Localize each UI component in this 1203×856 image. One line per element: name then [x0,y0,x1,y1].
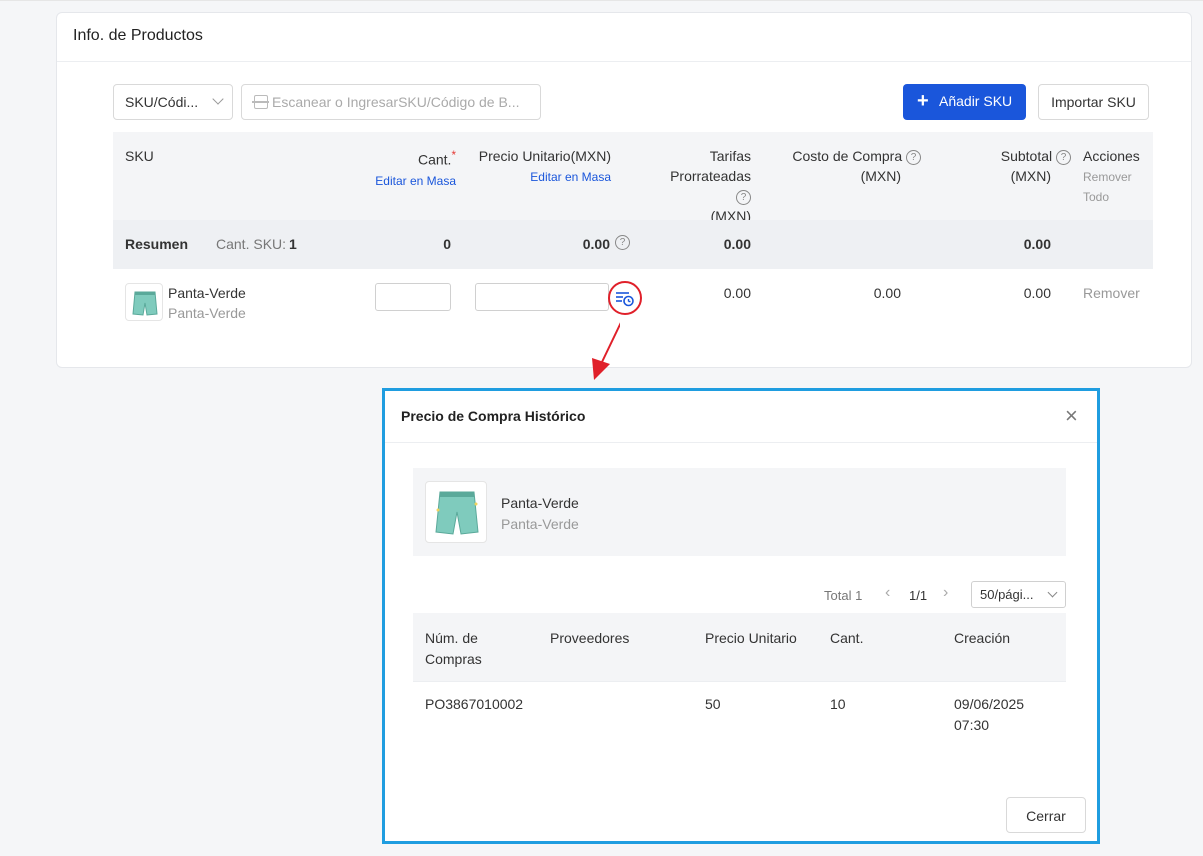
toolbar: SKU/Códi... Escanear o IngresarSKU/Códig… [113,84,1153,120]
page-size-value: 50/pági... [980,587,1034,602]
header-fees-line2: Prorrateadas [670,168,751,184]
header-qty: Cant.* Editar en Masa [353,146,456,191]
row-fees: 0.00 [723,285,751,301]
pager-total: Total 1 [824,588,863,603]
table-header: SKU Cant.* Editar en Masa Precio Unitari… [113,132,1153,224]
remove-all-link-line1[interactable]: Remover [1083,170,1132,184]
remove-all-link-line2[interactable]: Todo [1083,190,1109,204]
chevron-down-icon [212,93,224,105]
modal-divider [385,442,1097,443]
pager-pages: 1/1 [909,588,928,603]
product-name: Panta-Verde [168,285,246,301]
products-card: Info. de Productos SKU/Códi... Escanear … [56,12,1192,368]
modal-table-header: Núm. de Compras Proveedores Precio Unitar… [413,613,1066,681]
help-icon[interactable]: ? [906,150,921,165]
unit-price-input[interactable] [475,283,609,311]
created-date: 09/06/2025 07:30 [954,694,1024,736]
header-po-line1: Núm. de [425,630,478,646]
header-po-line2: Compras [425,651,482,667]
product-code: Panta-Verde [168,305,246,321]
header-subtotal: Subtotal ? (MXN) [983,146,1071,186]
summary-fees: 0.00 [723,236,751,252]
header-qty: Cant. [830,630,864,646]
header-qty-label: Cant. [417,151,452,168]
header-supplier: Proveedores [550,630,630,646]
help-icon[interactable]: ? [615,235,630,250]
add-sku-label: Añadir SKU [939,93,1013,109]
header-created: Creación [954,630,1011,646]
page-size-select[interactable]: 50/pági... [971,581,1066,608]
add-sku-button[interactable]: + Añadir SKU [903,84,1026,120]
help-icon[interactable]: ? [1056,150,1071,165]
header-subtotal-line2: (MXN) [1010,168,1051,184]
summary-row: Resumen Cant. SKU: 1 0 0.00 ? 0.00 0.00 [113,220,1153,269]
header-unit-price: Precio Unitario [705,630,797,646]
search-type-select[interactable]: SKU/Códi... [113,84,233,120]
unit-price: 50 [705,696,721,712]
prev-page-icon[interactable]: ‹ [885,584,890,612]
modal-product-thumbnail [425,481,487,543]
qty-bulk-edit-link[interactable]: Editar en Masa [375,174,456,188]
header-unit-price: Precio Unitario(MXN) Editar en Masa [473,146,611,187]
section-title: Info. de Productos [57,13,1191,62]
header-fees-line1: Tarifas [709,148,751,164]
annotation-arrow-icon [592,322,620,380]
table-row: Panta-Verde Panta-Verde 0.00 0.00 0.00 R… [113,269,1153,329]
qty: 10 [830,696,846,712]
product-thumbnail [125,283,163,321]
header-cost: Costo de Compra ? (MXN) [783,146,921,186]
next-page-icon[interactable]: › [943,584,948,612]
po-number: PO3867010002 [425,696,524,712]
summary-sku-count-label: Cant. SKU: [216,236,287,252]
summary-qty: 0 [443,236,451,252]
modal-product-code: Panta-Verde [501,516,579,532]
header-actions: Acciones Remover Todo [1083,146,1140,206]
unit-price-bulk-edit-link[interactable]: Editar en Masa [530,170,611,184]
plus-icon: + [917,90,929,112]
header-sku: SKU [125,148,154,164]
header-actions-label: Acciones [1083,148,1140,164]
price-history-button[interactable] [608,281,642,315]
row-subtotal: 0.00 [1023,285,1051,301]
scan-placeholder: Escanear o IngresarSKU/Código de B... [272,94,520,110]
search-type-value: SKU/Códi... [125,94,199,110]
summary-subtotal: 0.00 [1023,236,1051,252]
required-mark: * [451,149,456,162]
remove-link[interactable]: Remover [1083,285,1140,301]
qty-input[interactable] [375,283,451,311]
created-date-day: 09/06/2025 [954,696,1025,712]
help-icon[interactable]: ? [736,190,751,205]
price-history-icon [616,292,634,307]
summary-label: Resumen [125,236,189,252]
row-cost: 0.00 [873,285,901,301]
shorts-icon [132,291,158,316]
top-divider [0,0,1203,1]
scan-icon [252,95,269,109]
close-icon[interactable]: × [1065,405,1078,427]
modal-product-name: Panta-Verde [501,495,579,511]
modal-product-box: Panta-Verde Panta-Verde [413,468,1066,556]
header-unit-price-label: Precio Unitario(MXN) [478,148,611,164]
header-subtotal-line1: Subtotal [1000,148,1053,164]
scan-input[interactable]: Escanear o IngresarSKU/Código de B... [241,84,541,120]
import-sku-button[interactable]: Importar SKU [1038,84,1149,120]
close-button[interactable]: Cerrar [1006,797,1086,833]
table-row: PO3867010002 50 10 09/06/2025 07:30 [413,681,1066,751]
header-fees: Tarifas Prorrateadas ? (MXN) [663,146,751,226]
summary-unit-price: 0.00 [582,236,610,252]
shorts-icon [435,491,479,535]
price-history-modal: Precio de Compra Histórico × Panta-Verde… [382,388,1100,844]
modal-title: Precio de Compra Histórico [401,408,586,424]
header-cost-line1: Costo de Compra [792,148,903,164]
created-date-time: 07:30 [954,717,990,733]
header-po: Núm. de Compras [425,628,482,670]
chevron-down-icon [1047,587,1058,598]
header-cost-line2: (MXN) [860,168,901,184]
summary-sku-count: 1 [289,236,297,252]
